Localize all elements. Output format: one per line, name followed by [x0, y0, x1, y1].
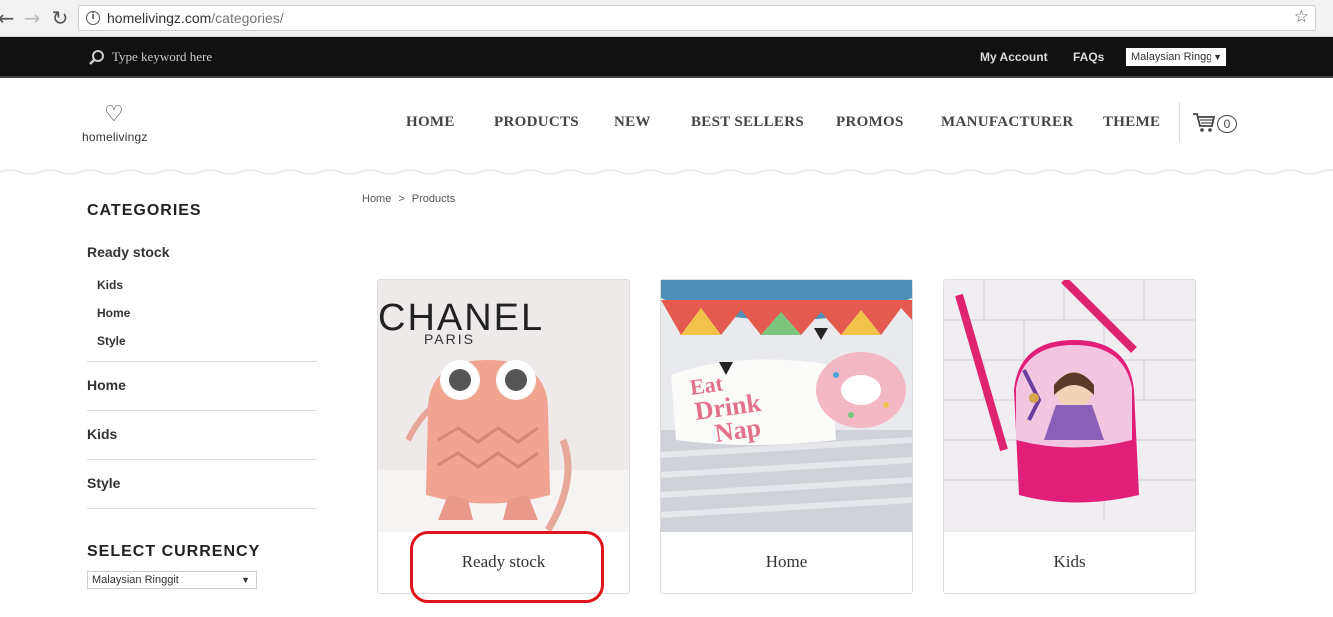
currency-dropdown-value: Malaysian Ringgit: [1131, 51, 1218, 63]
menu-manufacturer[interactable]: MANUFACTURER: [941, 114, 1073, 131]
svg-text:PARIS: PARIS: [424, 331, 475, 347]
sidebar-item-style[interactable]: Style: [87, 475, 120, 491]
currency-select-value: Malaysian Ringgit: [92, 574, 179, 586]
sidebar-subitem-kids[interactable]: Kids: [97, 278, 123, 292]
sidebar-item-ready-stock[interactable]: Ready stock: [87, 244, 169, 260]
sidebar-divider: [87, 410, 317, 411]
search-input[interactable]: [112, 46, 352, 68]
breadcrumb-current: Products: [411, 193, 456, 205]
sidebar-divider: [87, 508, 317, 509]
product-image-kids-bag[interactable]: [944, 280, 1195, 532]
forward-arrow-icon[interactable]: →: [22, 7, 42, 29]
product-card-home[interactable]: Eat Drink Nap Home: [660, 279, 913, 594]
cart-icon[interactable]: [1192, 112, 1216, 134]
sidebar-divider: [87, 459, 317, 460]
site-logo[interactable]: ♡ homelivingz: [80, 102, 160, 147]
sidebar-subitem-style[interactable]: Style: [97, 334, 126, 348]
menu-theme[interactable]: THEME: [1103, 114, 1160, 131]
heart-logo-icon: ♡: [104, 102, 124, 127]
address-bar[interactable]: i homelivingz.com/categories/ ☆: [78, 5, 1316, 31]
site-header: ♡ homelivingz HOME PRODUCTS NEW BEST SEL…: [0, 80, 1333, 174]
sidebar-subitem-home[interactable]: Home: [97, 306, 130, 320]
menu-best-sellers[interactable]: BEST SELLERS: [691, 114, 804, 131]
currency-select[interactable]: Malaysian Ringgit ▼: [87, 571, 257, 589]
dropdown-arrow-icon: ▼: [241, 575, 250, 585]
dropdown-arrow-icon: ▼: [1211, 48, 1222, 66]
menu-promos[interactable]: PROMOS: [836, 114, 904, 131]
product-image-pillows[interactable]: Eat Drink Nap: [661, 280, 912, 532]
reload-icon[interactable]: ↻: [50, 7, 70, 29]
product-label[interactable]: Home: [661, 552, 912, 572]
categories-title: CATEGORIES: [87, 202, 202, 219]
breadcrumb-home[interactable]: Home: [362, 193, 391, 205]
cart-count-badge[interactable]: 0: [1217, 115, 1237, 133]
faqs-link[interactable]: FAQs: [1073, 50, 1104, 64]
currency-dropdown-top[interactable]: Malaysian Ringgit ▼: [1126, 48, 1226, 66]
header-wave-divider: [0, 169, 1333, 175]
info-icon[interactable]: i: [86, 11, 100, 25]
my-account-link[interactable]: My Account: [980, 50, 1048, 64]
top-bar: My Account FAQs Malaysian Ringgit ▼: [0, 37, 1333, 78]
menu-products[interactable]: PRODUCTS: [494, 114, 579, 131]
product-card-kids[interactable]: Kids: [943, 279, 1196, 594]
breadcrumb-separator: >: [398, 193, 405, 205]
browser-toolbar: ← → ↻ i homelivingz.com/categories/ ☆: [0, 0, 1333, 37]
sidebar-item-kids[interactable]: Kids: [87, 426, 117, 442]
select-currency-title: SELECT CURRENCY: [87, 543, 261, 560]
menu-home[interactable]: HOME: [406, 114, 455, 131]
sidebar-divider: [87, 361, 317, 362]
url-text[interactable]: homelivingz.com/categories/: [107, 10, 284, 26]
back-arrow-icon[interactable]: ←: [0, 7, 16, 29]
highlight-annotation: [410, 531, 604, 603]
product-label[interactable]: Kids: [944, 552, 1195, 572]
menu-new[interactable]: NEW: [614, 114, 651, 131]
product-image-owl-bag[interactable]: CHANEL PARIS: [378, 280, 629, 532]
sidebar-item-home[interactable]: Home: [87, 377, 126, 393]
logo-text: homelivingz: [82, 130, 148, 144]
bookmark-star-icon[interactable]: ☆: [1294, 7, 1309, 27]
search-icon[interactable]: [88, 49, 106, 67]
breadcrumb: Home > Products: [362, 193, 455, 205]
menu-divider: [1179, 102, 1180, 142]
